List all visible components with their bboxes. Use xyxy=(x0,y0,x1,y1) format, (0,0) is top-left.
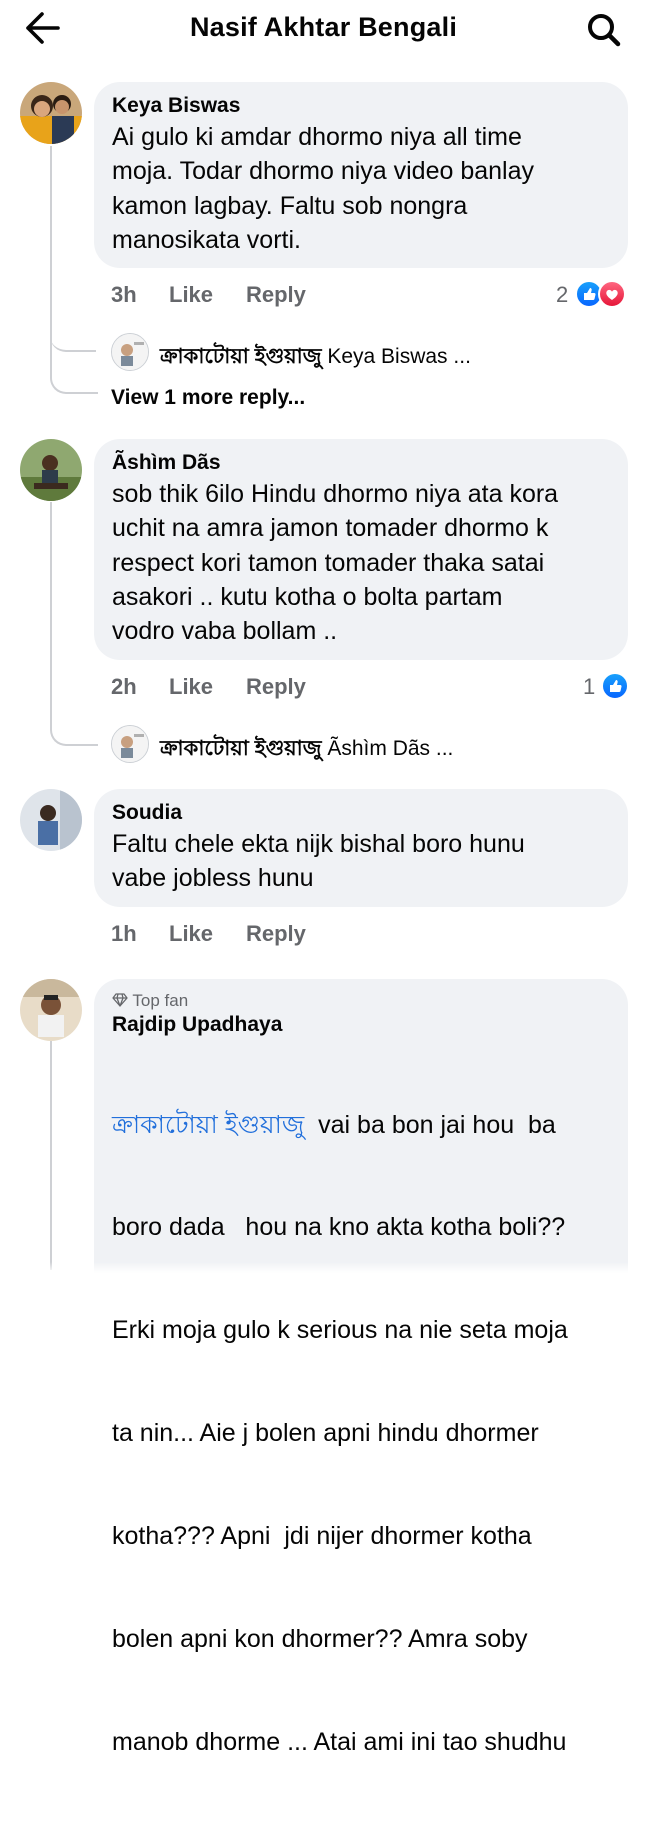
reply-button[interactable]: Reply xyxy=(246,674,306,700)
thread-line xyxy=(50,340,98,394)
comment-bubble[interactable]: Top fan Rajdip Upadhaya ক্রাকাটোয়া ইগুয… xyxy=(94,979,628,1756)
diamond-icon xyxy=(112,993,128,1007)
top-fan-badge: Top fan xyxy=(112,991,610,1011)
reply-preview-text: Keya Biswas ... xyxy=(327,345,471,368)
top-bar: Nasif Akhtar Bengali xyxy=(0,0,647,58)
reply-preview[interactable]: ক্রাকাটোয়া ইগুয়াজু Keya Biswas ... xyxy=(160,340,620,375)
comment-bubble[interactable]: Keya Biswas Ai gulo ki amdar dhormo niya… xyxy=(94,82,628,268)
comment-text: sob thik 6ilo Hindu dhormo niya ata kora… xyxy=(112,480,559,646)
comment-bubble[interactable]: Soudia Faltu chele ekta nijk bishal boro… xyxy=(94,789,628,907)
comment-text: ক্রাকাটোয়া ইগুয়াজু vai ba bon jai hou … xyxy=(112,1110,568,1756)
reaction-count: 1 xyxy=(583,674,596,699)
like-button[interactable]: Like xyxy=(169,921,213,947)
view-more-replies[interactable]: View 1 more reply... xyxy=(111,386,305,410)
avatar[interactable] xyxy=(111,725,149,763)
reply-author: ক্রাকাটোয়া ইগুয়াজু xyxy=(160,345,322,368)
comment-author[interactable]: Rajdip Upadhaya xyxy=(112,1011,610,1039)
bottom-edge xyxy=(0,1262,647,1280)
avatar[interactable] xyxy=(20,979,82,1041)
reply-author: ক্রাকাটোয়া ইগুয়াজু xyxy=(160,737,322,760)
reaction-summary[interactable]: 1 xyxy=(583,672,629,700)
like-icon xyxy=(601,672,629,700)
comment-actions: 3h Like Reply xyxy=(111,282,351,310)
comment-actions: 1h Like Reply xyxy=(111,921,351,949)
thread-line xyxy=(50,502,52,727)
page-title: Nasif Akhtar Bengali xyxy=(189,12,458,42)
comment-author[interactable]: Soudia xyxy=(112,799,610,827)
reply-button[interactable]: Reply xyxy=(246,282,306,308)
comment-bubble[interactable]: Ãshìm Dãs sob thik 6ilo Hindu dhormo niy… xyxy=(94,439,628,660)
avatar[interactable] xyxy=(20,789,82,851)
mention-link[interactable]: ক্রাকাটোয়া ইগুয়াজু xyxy=(112,1111,304,1139)
like-button[interactable]: Like xyxy=(169,674,213,700)
thread-line xyxy=(50,1040,52,1270)
like-button[interactable]: Like xyxy=(169,282,213,308)
love-icon xyxy=(598,280,626,308)
comment-text: Ai gulo ki amdar dhormo niya all time mo… xyxy=(112,123,535,254)
reply-button[interactable]: Reply xyxy=(246,921,306,947)
reply-preview-text: Ãshìm Dãs ... xyxy=(327,737,454,760)
search-icon[interactable] xyxy=(584,10,624,50)
reaction-count: 2 xyxy=(556,282,569,307)
comment-author[interactable]: Keya Biswas xyxy=(112,92,610,120)
comment-actions: 2h Like Reply xyxy=(111,674,351,702)
comment-time: 2h xyxy=(111,674,137,699)
avatar[interactable] xyxy=(20,439,82,501)
comment-text: Faltu chele ekta nijk bishal boro hunu v… xyxy=(112,830,525,893)
avatar[interactable] xyxy=(111,333,149,371)
comment-author[interactable]: Ãshìm Dãs xyxy=(112,449,610,477)
thread-line xyxy=(50,712,98,746)
thread-line xyxy=(50,146,52,346)
comment-time: 3h xyxy=(111,282,137,307)
comment-time: 1h xyxy=(111,921,137,946)
reaction-summary[interactable]: 2 xyxy=(556,280,628,308)
reply-preview[interactable]: ক্রাকাটোয়া ইগুয়াজু Ãshìm Dãs ... xyxy=(160,732,620,767)
avatar[interactable] xyxy=(20,82,82,144)
